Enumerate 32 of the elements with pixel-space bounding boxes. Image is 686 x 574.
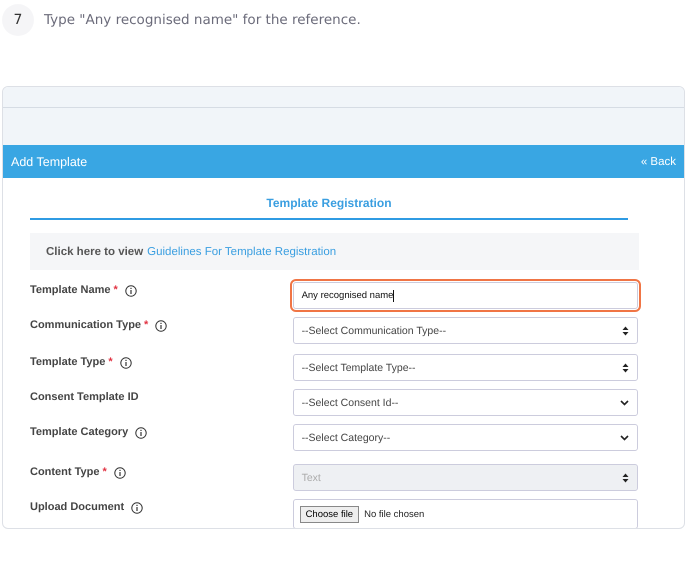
choose-file-button[interactable]: Choose file	[300, 506, 360, 522]
required-asterisk: *	[102, 466, 107, 478]
info-icon[interactable]	[131, 502, 144, 514]
info-icon[interactable]	[135, 427, 148, 439]
updown-icon	[622, 326, 629, 336]
select-field[interactable]: --Select Template Type--	[292, 354, 638, 381]
field-label: Template Category	[30, 426, 128, 438]
updown-icon	[622, 362, 629, 372]
required-asterisk: *	[108, 356, 113, 368]
field-label: Consent Template ID	[30, 391, 139, 403]
chevron-down-icon	[620, 400, 629, 406]
guidelines-prompt: Click here to view	[46, 246, 144, 258]
field-label: Template Type	[30, 356, 106, 368]
template-name-input[interactable]: Any recognised name	[292, 282, 638, 309]
page-title: Add Template	[11, 154, 88, 168]
file-status: No file chosen	[364, 508, 424, 520]
field-label: Communication Type	[30, 319, 142, 331]
step-instruction: Type "Any recognised name" for the reference.	[44, 12, 361, 28]
field-label: Upload Document	[30, 501, 124, 513]
field-label: Content Type	[30, 466, 100, 478]
select-field[interactable]: --Select Communication Type--	[292, 317, 638, 344]
step-number: 7	[2, 4, 34, 36]
updown-icon	[622, 472, 629, 482]
select-field[interactable]: --Select Category--	[292, 424, 638, 451]
required-asterisk: *	[114, 284, 118, 296]
info-icon[interactable]	[124, 285, 137, 297]
required-asterisk: *	[144, 319, 148, 331]
info-icon[interactable]	[155, 320, 168, 332]
info-icon[interactable]	[120, 357, 132, 369]
chevron-down-icon	[620, 434, 629, 440]
field-label: Template Name	[30, 284, 110, 296]
select-field[interactable]: --Select Consent Id--	[292, 389, 638, 416]
